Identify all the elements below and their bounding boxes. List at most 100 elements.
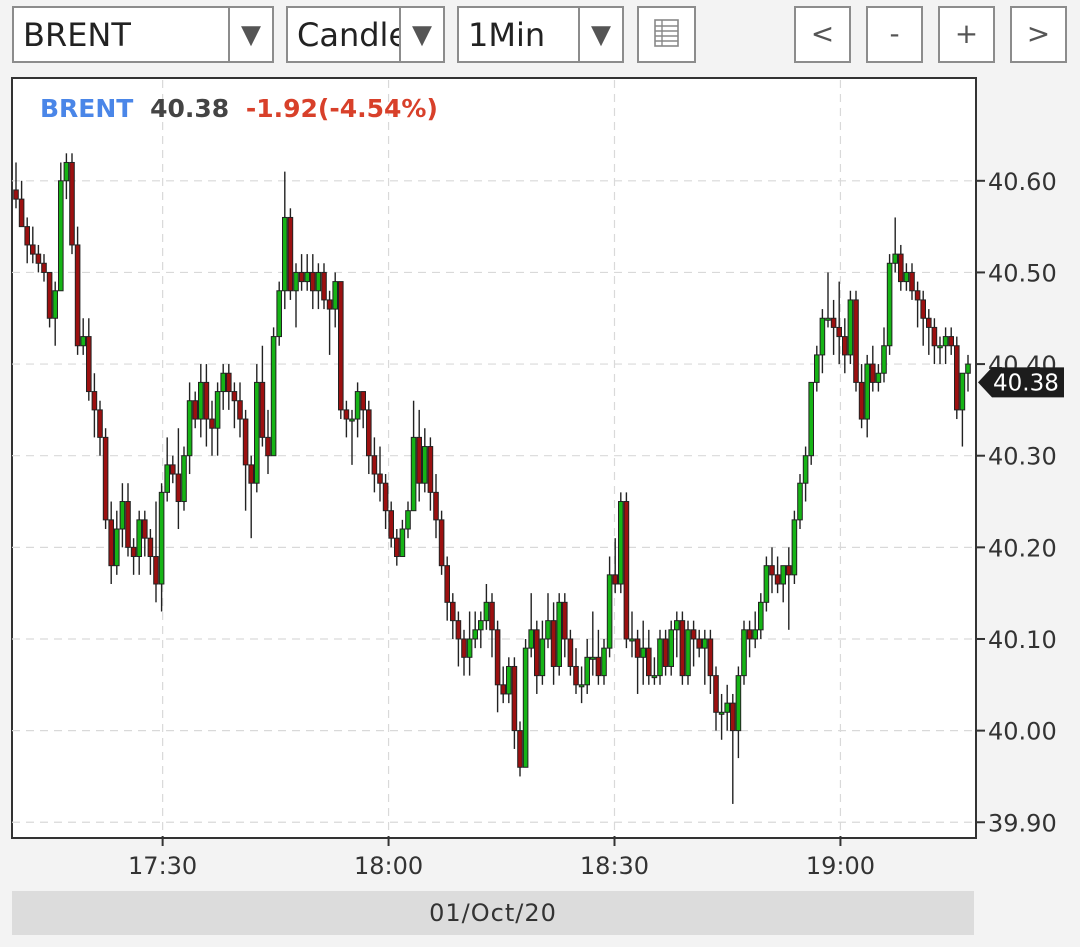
candle-down bbox=[102, 436, 109, 521]
last-price-label: 40.38 bbox=[993, 370, 1059, 396]
candle-down bbox=[433, 491, 439, 521]
y-tick-label: 40.00 bbox=[988, 718, 1057, 746]
candle-down bbox=[489, 601, 495, 631]
candle-up bbox=[332, 281, 338, 310]
candle-up bbox=[522, 647, 529, 768]
candle-up bbox=[685, 629, 691, 677]
candle-up bbox=[819, 317, 826, 356]
x-tick-label: 18:00 bbox=[354, 852, 423, 880]
candle-up bbox=[539, 638, 546, 677]
candle-down bbox=[612, 574, 618, 585]
candle-up bbox=[651, 675, 658, 679]
candle-up bbox=[545, 620, 551, 640]
candle-down bbox=[13, 189, 19, 200]
candle-down bbox=[786, 565, 792, 576]
candle-up bbox=[528, 629, 534, 649]
candle-up bbox=[466, 638, 473, 658]
candle-down bbox=[634, 638, 641, 658]
candle-down bbox=[86, 336, 92, 393]
candle-down bbox=[914, 290, 921, 301]
candle-down bbox=[562, 601, 568, 640]
candle-down bbox=[343, 409, 350, 420]
candle-down bbox=[41, 262, 47, 273]
candle-down bbox=[595, 656, 602, 677]
candle-down bbox=[388, 510, 394, 539]
candle-down bbox=[920, 299, 926, 319]
candle-up bbox=[270, 336, 277, 457]
candle-up bbox=[119, 501, 126, 530]
candle-down bbox=[130, 546, 137, 558]
candle-down bbox=[153, 556, 159, 585]
candle-down bbox=[830, 317, 837, 328]
candle-down bbox=[450, 601, 456, 622]
candle-up bbox=[808, 381, 814, 457]
candle-up bbox=[763, 565, 770, 603]
candle-down bbox=[438, 519, 445, 567]
candle-down bbox=[24, 226, 30, 246]
price-chart[interactable]: 39.9040.0040.1040.2040.3040.4040.5040.60… bbox=[0, 0, 1080, 890]
candle-down bbox=[511, 665, 518, 732]
candle-down bbox=[226, 372, 232, 393]
candle-up bbox=[63, 161, 70, 182]
candle-up bbox=[136, 519, 142, 558]
header-change: -1.92(-4.54%) bbox=[246, 94, 438, 123]
candle-up bbox=[903, 271, 910, 283]
candle-down bbox=[147, 537, 154, 558]
candle-up bbox=[483, 601, 490, 622]
candle-up bbox=[349, 418, 355, 422]
candle-down bbox=[948, 336, 954, 347]
candle-down bbox=[696, 638, 702, 649]
candle-down bbox=[366, 409, 372, 457]
x-tick-label: 18:30 bbox=[580, 852, 649, 880]
candle-up bbox=[164, 464, 170, 493]
candle-down bbox=[455, 620, 462, 640]
candle-up bbox=[315, 271, 322, 292]
candle-down bbox=[500, 684, 506, 695]
candle-down bbox=[461, 638, 467, 658]
candle-up bbox=[657, 638, 663, 677]
candle-down bbox=[175, 473, 182, 503]
header-symbol: BRENT bbox=[40, 94, 133, 123]
candle-up bbox=[847, 299, 854, 356]
candle-up bbox=[293, 271, 299, 292]
candle-up bbox=[875, 372, 882, 383]
candle-down bbox=[170, 464, 176, 475]
candle-down bbox=[74, 244, 81, 347]
candle-down bbox=[690, 629, 697, 640]
candle-up bbox=[478, 620, 484, 631]
candle-up bbox=[214, 391, 221, 429]
candle-up bbox=[282, 216, 288, 292]
candle-up bbox=[735, 675, 742, 732]
candle-down bbox=[623, 501, 630, 640]
candle-down bbox=[338, 281, 344, 411]
candle-up bbox=[52, 290, 58, 319]
candle-up bbox=[942, 336, 949, 347]
candle-up bbox=[892, 253, 898, 264]
candle-down bbox=[310, 271, 316, 292]
candle-down bbox=[326, 299, 333, 310]
candle-up bbox=[254, 381, 260, 484]
candle-down bbox=[746, 629, 753, 640]
candle-up bbox=[724, 702, 730, 713]
candle-down bbox=[713, 675, 719, 713]
candle-down bbox=[836, 326, 842, 338]
candle-up bbox=[618, 501, 624, 585]
candle-up bbox=[780, 565, 786, 585]
last-price-marker: 40.38 bbox=[978, 367, 1064, 398]
candle-down bbox=[870, 363, 876, 383]
x-tick-label: 19:00 bbox=[806, 852, 875, 880]
candle-down bbox=[394, 537, 400, 558]
candle-up bbox=[276, 290, 282, 338]
candle-down bbox=[646, 647, 652, 677]
candle-up bbox=[825, 317, 831, 321]
header-price: 40.38 bbox=[150, 94, 229, 123]
candle-down bbox=[259, 381, 266, 438]
candle-down bbox=[360, 391, 366, 411]
y-tick-label: 40.20 bbox=[988, 534, 1057, 562]
candle-down bbox=[18, 198, 25, 228]
candle-down bbox=[573, 665, 579, 686]
candle-down bbox=[954, 345, 960, 411]
candle-up bbox=[959, 372, 966, 411]
candle-up bbox=[937, 345, 943, 349]
candle-down bbox=[298, 271, 305, 283]
